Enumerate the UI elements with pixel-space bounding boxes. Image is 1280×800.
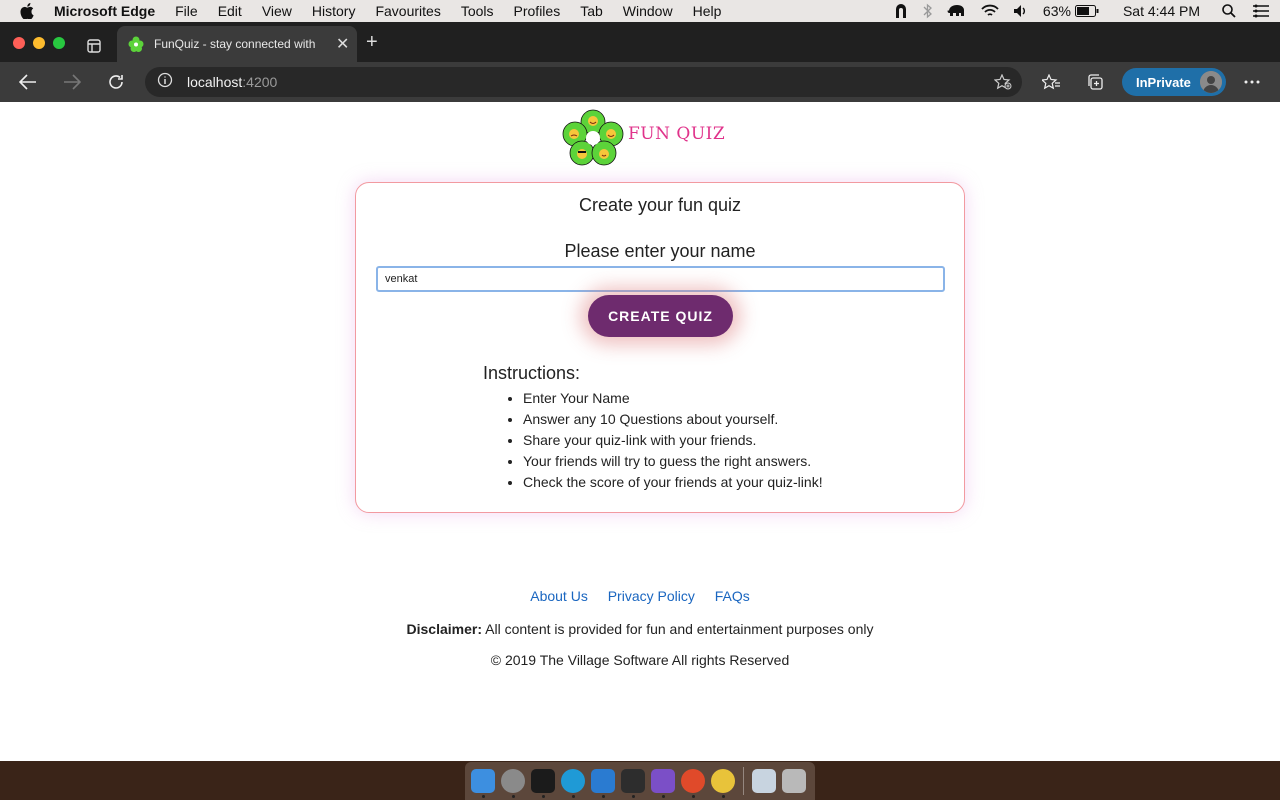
bluetooth-icon[interactable] (923, 3, 933, 19)
menu-view[interactable]: View (262, 3, 292, 19)
browser-toolbar: localhost:4200 InPrivate (0, 62, 1280, 102)
app-icon[interactable] (621, 769, 645, 798)
inprivate-label: InPrivate (1136, 74, 1191, 90)
name-input[interactable] (376, 266, 945, 292)
disclaimer-label: Disclaimer: (406, 621, 482, 637)
remote-desktop-icon[interactable] (681, 769, 705, 798)
create-quiz-button[interactable]: CREATE QUIZ (588, 295, 733, 337)
instructions-list: Enter Your Name Answer any 10 Questions … (523, 390, 823, 495)
about-us-link[interactable]: About Us (530, 588, 588, 604)
disclaimer-text: All content is provided for fun and ente… (482, 621, 874, 637)
menu-file[interactable]: File (175, 3, 198, 19)
close-window-button[interactable] (13, 37, 25, 49)
list-item: Share your quiz-link with your friends. (523, 432, 823, 453)
menu-history[interactable]: History (312, 3, 356, 19)
search-icon[interactable] (1222, 4, 1236, 18)
name-label: Please enter your name (564, 241, 756, 261)
back-button[interactable] (18, 72, 38, 92)
visual-studio-icon[interactable] (651, 769, 675, 798)
trash-icon[interactable] (782, 769, 806, 793)
url-host: localhost (187, 74, 243, 90)
address-bar[interactable]: localhost:4200 (145, 67, 1022, 97)
preview-icon[interactable] (752, 769, 776, 793)
tab-strip: FunQuiz - stay connected with ✕ + (0, 22, 1280, 62)
logo-text: FUN QUIZ (628, 124, 726, 144)
edge-icon[interactable] (561, 769, 585, 798)
app-name[interactable]: Microsoft Edge (54, 3, 155, 19)
instructions-title: Instructions: (483, 363, 581, 383)
disclaimer: Disclaimer: All content is provided for … (0, 621, 1280, 637)
dock (465, 762, 815, 800)
forward-button[interactable] (62, 72, 82, 92)
fun-quiz-logo-icon (562, 107, 624, 167)
menu-tab[interactable]: Tab (580, 3, 603, 19)
more-options-icon[interactable] (1242, 72, 1262, 92)
menu-profiles[interactable]: Profiles (514, 3, 561, 19)
maximize-window-button[interactable] (53, 37, 65, 49)
faqs-link[interactable]: FAQs (715, 588, 750, 604)
list-item: Answer any 10 Questions about yourself. (523, 411, 823, 432)
list-item: Your friends will try to guess the right… (523, 453, 823, 474)
finder-icon[interactable] (471, 769, 495, 798)
tab-actions-icon[interactable] (86, 38, 102, 54)
refresh-button[interactable] (106, 72, 126, 92)
add-favourite-icon[interactable] (993, 73, 1012, 95)
menu-bar: Microsoft Edge File Edit View History Fa… (0, 0, 1280, 22)
inprivate-button[interactable]: InPrivate (1122, 68, 1226, 96)
url-port: :4200 (242, 74, 278, 90)
vscode-icon[interactable] (591, 769, 615, 798)
tab-title: FunQuiz - stay connected with (154, 37, 316, 51)
elephant-icon[interactable] (947, 3, 967, 19)
minimize-window-button[interactable] (33, 37, 45, 49)
apple-icon[interactable] (20, 3, 36, 19)
volume-icon[interactable] (1013, 4, 1029, 18)
page-content: FUN QUIZ Create your fun quiz Please ent… (0, 102, 1280, 761)
launchpad-icon[interactable] (501, 769, 525, 798)
terminal-icon[interactable] (531, 769, 555, 798)
tab-close-icon[interactable]: ✕ (336, 34, 349, 54)
vpn-icon[interactable] (893, 3, 909, 19)
battery-icon[interactable] (1074, 5, 1099, 17)
new-tab-button[interactable]: + (366, 32, 378, 52)
menu-tools[interactable]: Tools (461, 3, 494, 19)
favourites-icon[interactable] (1041, 72, 1061, 92)
avatar (1200, 71, 1222, 93)
menu-window[interactable]: Window (623, 3, 673, 19)
wifi-icon[interactable] (981, 4, 999, 18)
site-info-icon[interactable] (157, 72, 173, 93)
menu-edit[interactable]: Edit (218, 3, 242, 19)
battery-percent: 63% (1042, 3, 1071, 19)
create-quiz-card: Create your fun quiz Please enter your n… (355, 182, 965, 513)
menu-favourites[interactable]: Favourites (375, 3, 440, 19)
copyright: © 2019 The Village Software All rights R… (490, 652, 790, 668)
clock[interactable]: Sat 4:44 PM (1123, 3, 1200, 19)
list-item: Enter Your Name (523, 390, 823, 411)
card-title: Create your fun quiz (578, 195, 742, 215)
footer-links: About Us Privacy Policy FAQs (0, 588, 1280, 604)
chrome-icon[interactable] (711, 769, 735, 798)
menu-help[interactable]: Help (693, 3, 722, 19)
funquiz-favicon-icon (128, 36, 144, 52)
dock-separator (743, 767, 744, 795)
collections-icon[interactable] (1085, 72, 1105, 92)
control-center-icon[interactable] (1252, 4, 1270, 18)
tab-funquiz[interactable]: FunQuiz - stay connected with ✕ (117, 26, 357, 62)
privacy-policy-link[interactable]: Privacy Policy (608, 588, 695, 604)
list-item: Check the score of your friends at your … (523, 474, 823, 495)
